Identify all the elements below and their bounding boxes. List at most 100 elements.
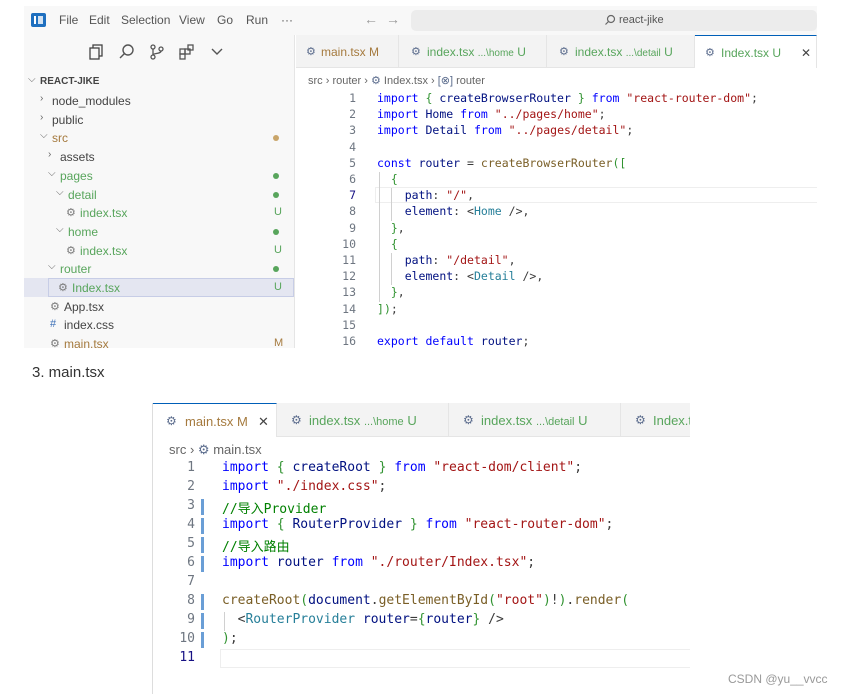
explorer-root[interactable]: ⌵ REACT-JIKE xyxy=(24,72,294,91)
tab-bar: ⚙ main.tsx M ✕ ⚙ index.tsx ...\home U ⚙ … xyxy=(153,403,690,437)
code-line[interactable]: element: <Detail />, xyxy=(377,269,544,285)
breadcrumb: src › ⚙ main.tsx xyxy=(169,442,262,457)
extensions-icon[interactable] xyxy=(178,43,196,61)
code-line[interactable]: }, xyxy=(377,221,405,237)
chevron-down-icon: ⌵ xyxy=(48,167,56,179)
tab-main-tsx[interactable]: ⚙ main.tsx M ✕ xyxy=(153,403,277,437)
code-line[interactable]: //导入路由 xyxy=(222,536,290,555)
menu-file[interactable]: File xyxy=(59,13,78,27)
forward-arrow-icon[interactable]: → xyxy=(386,11,400,27)
tab-home-index[interactable]: ⚙ index.tsx ...\home U xyxy=(399,35,547,68)
code-line[interactable]: const router = createBrowserRouter([ xyxy=(377,156,626,172)
menu-more[interactable]: ··· xyxy=(281,13,293,27)
chevron-right-icon: › xyxy=(40,111,44,123)
code-line[interactable]: import { createBrowserRouter } from "rea… xyxy=(377,91,758,107)
code-line[interactable]: ]); xyxy=(377,302,398,318)
source-control-icon[interactable] xyxy=(148,43,166,61)
folder-item[interactable]: ⌵ home xyxy=(24,222,294,241)
code-line[interactable]: import router from "./router/Index.tsx"; xyxy=(222,555,535,574)
tab-detail-index[interactable]: ⚙ index.tsx ...\detail U xyxy=(547,35,695,68)
explorer-icon[interactable] xyxy=(88,43,106,61)
line-number: 9 xyxy=(349,220,356,235)
chevron-down-icon[interactable] xyxy=(208,43,226,61)
code-line[interactable]: import Detail from "../pages/detail"; xyxy=(377,123,633,139)
code-line[interactable]: import "./index.css"; xyxy=(222,479,386,498)
code-line[interactable]: }, xyxy=(377,285,405,301)
tab-detail-index[interactable]: ⚙ index.tsx ...\detail U xyxy=(449,403,621,437)
code-line[interactable]: //导入Provider xyxy=(222,498,326,517)
tab-router-index[interactable]: ⚙ Index.tsx U ✕ xyxy=(695,35,817,68)
tab-main-tsx[interactable]: ⚙ main.tsx M xyxy=(296,35,399,68)
breadcrumb-file[interactable]: Index.tsx xyxy=(384,75,428,87)
tab-router-index[interactable]: ⚙ Index.t xyxy=(621,403,690,437)
react-file-icon: ⚙ xyxy=(559,46,569,58)
line-number: 2 xyxy=(349,107,356,122)
breadcrumb-router[interactable]: router xyxy=(332,75,361,87)
search-icon[interactable] xyxy=(118,43,136,61)
git-status-badge: M xyxy=(274,337,284,348)
git-modified-gutter xyxy=(201,594,204,610)
folder-item[interactable]: ⌵ detail xyxy=(24,185,294,204)
tree-item-label: App.tsx xyxy=(64,299,105,314)
menu-go[interactable]: Go xyxy=(217,13,233,27)
code-line[interactable]: import { createRoot } from "react-dom/cl… xyxy=(222,460,582,479)
vscode-logo-icon xyxy=(31,13,46,27)
menu-bar: File Edit Selection View Go Run ··· ← → … xyxy=(24,6,817,35)
code-line[interactable]: <RouterProvider router={router} /> xyxy=(222,612,504,631)
close-icon[interactable]: ✕ xyxy=(258,414,269,430)
code-line[interactable]: { xyxy=(377,237,398,253)
code-line[interactable]: path: "/detail", xyxy=(377,253,516,269)
variable-icon: [⊗] xyxy=(437,75,454,87)
code-line[interactable]: import { RouterProvider } from "react-ro… xyxy=(222,517,613,536)
react-file-icon: ⚙ xyxy=(635,413,646,427)
css-file-icon: # xyxy=(50,318,57,331)
react-file-icon: ⚙ xyxy=(411,46,421,58)
folder-item[interactable]: › public xyxy=(24,110,294,129)
tab-home-index[interactable]: ⚙ index.tsx ...\home U xyxy=(277,403,449,437)
file-item[interactable]: ⚙ App.tsx xyxy=(24,297,294,316)
explorer-root-label: REACT-JIKE xyxy=(40,76,100,87)
folder-item[interactable]: ⌵ src xyxy=(24,128,294,147)
chevron-right-icon: › xyxy=(40,93,44,104)
breadcrumb-src[interactable]: src xyxy=(308,75,323,87)
menu-selection[interactable]: Selection xyxy=(121,13,170,27)
code-line[interactable]: export default router; xyxy=(377,334,529,348)
chevron-down-icon: ⌵ xyxy=(56,186,64,198)
close-icon[interactable]: ✕ xyxy=(801,46,811,60)
git-modified-gutter xyxy=(201,499,204,515)
file-item[interactable]: # index.css xyxy=(24,315,294,334)
folder-item[interactable]: ⌵ pages xyxy=(24,166,294,185)
breadcrumb: src › router › ⚙ Index.tsx › [⊗] router xyxy=(308,75,485,87)
status-dot xyxy=(273,135,279,142)
breadcrumb-src[interactable]: src xyxy=(169,442,186,457)
react-file-icon: ⚙ xyxy=(66,244,76,257)
file-item[interactable]: ⚙ index.tsx U xyxy=(24,203,294,222)
status-dot xyxy=(273,191,279,198)
code-line[interactable]: { xyxy=(377,172,398,188)
section-heading: 3. main.tsx xyxy=(32,364,105,381)
code-line[interactable]: element: <Home />, xyxy=(377,204,530,220)
file-item[interactable]: ⚙ index.tsx U xyxy=(24,241,294,260)
back-arrow-icon[interactable]: ← xyxy=(364,11,378,27)
git-status-badge: U xyxy=(274,243,282,256)
code-line[interactable]: createRoot(document.getElementById("root… xyxy=(222,593,629,612)
folder-item[interactable]: › assets xyxy=(24,147,294,166)
folder-item[interactable]: ⌵ router xyxy=(24,259,294,278)
react-file-icon: ⚙ xyxy=(66,207,76,220)
code-line[interactable]: import Home from "../pages/home"; xyxy=(377,107,606,123)
breadcrumb-symbol[interactable]: router xyxy=(456,75,485,87)
code-line[interactable]: ); xyxy=(222,631,238,650)
tab-label: index.tsx ...\home U xyxy=(309,413,417,428)
file-item[interactable]: ⚙ Index.tsx U xyxy=(24,278,294,297)
menu-run[interactable]: Run xyxy=(246,13,268,27)
file-item[interactable]: ⚙ main.tsx M xyxy=(24,334,294,348)
line-number: 7 xyxy=(187,574,195,589)
line-number: 5 xyxy=(349,155,356,170)
status-dot xyxy=(273,266,279,273)
command-search[interactable]: react-jike xyxy=(411,10,817,31)
menu-view[interactable]: View xyxy=(179,13,205,27)
chevron-down-icon: ⌵ xyxy=(48,261,56,273)
menu-edit[interactable]: Edit xyxy=(89,13,110,27)
breadcrumb-file[interactable]: main.tsx xyxy=(213,442,261,457)
folder-item[interactable]: › node_modules xyxy=(24,91,294,110)
